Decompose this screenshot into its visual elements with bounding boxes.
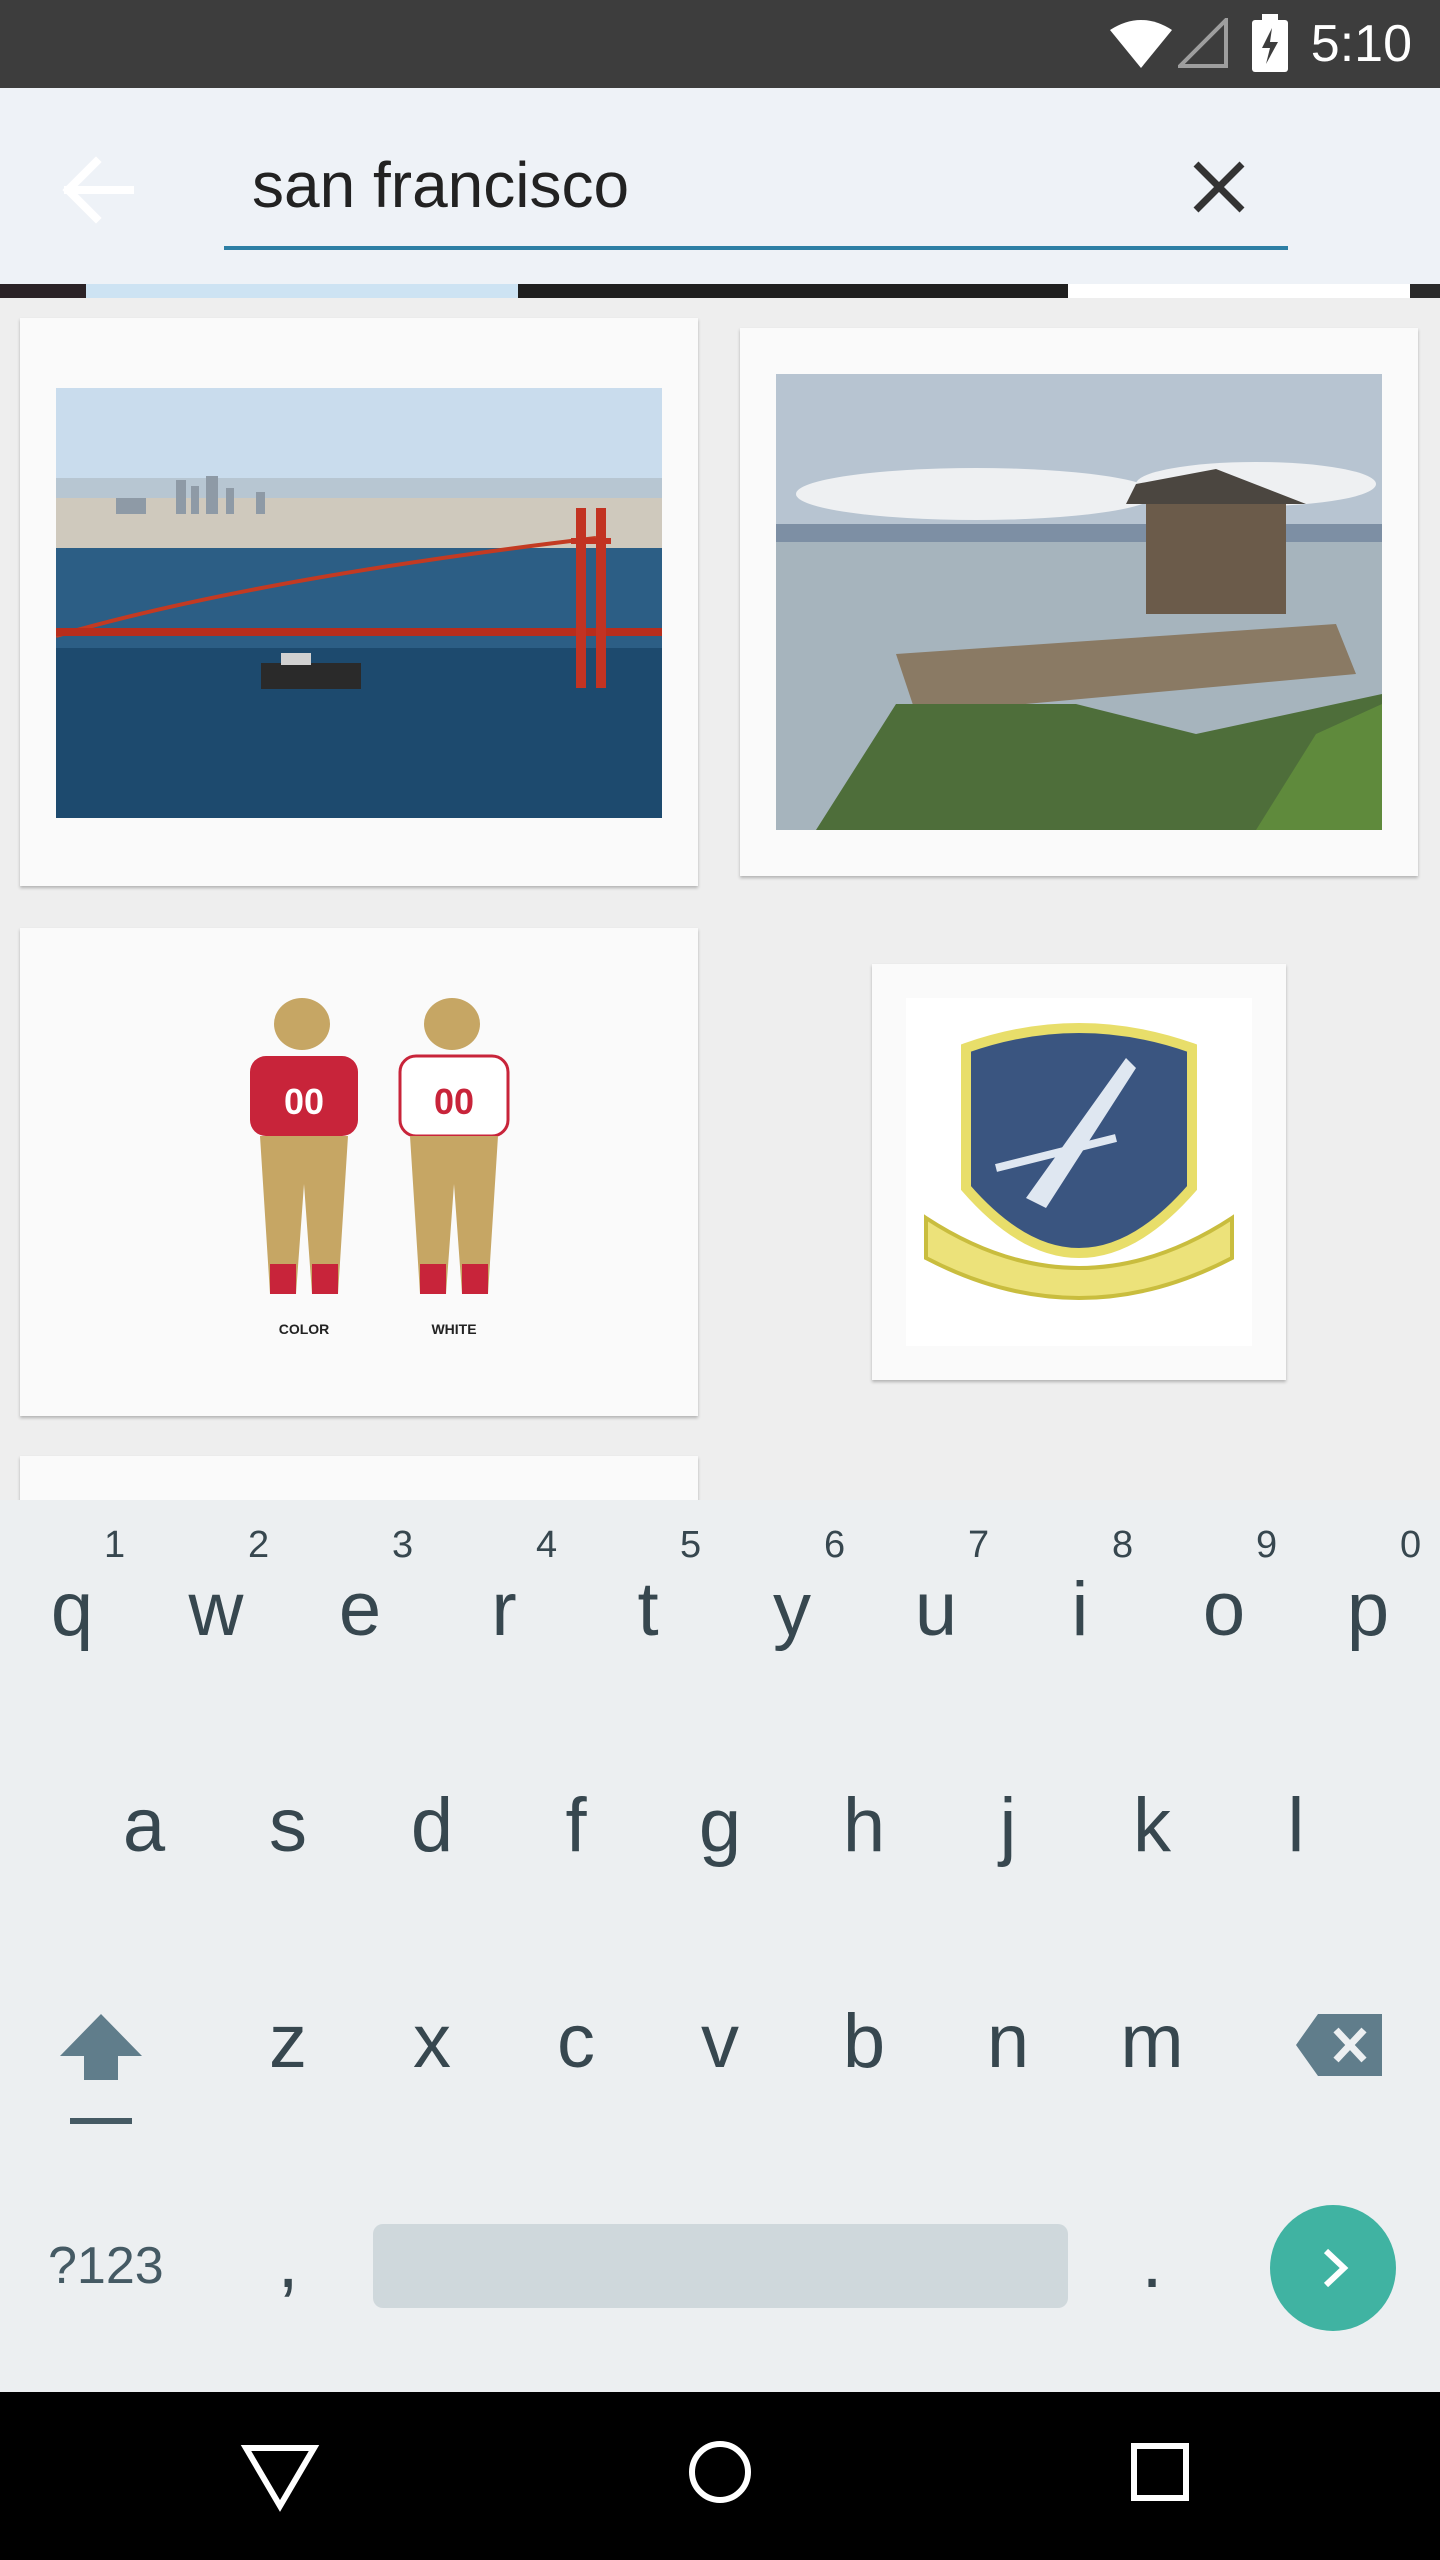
jersey-number-left: 00: [284, 1081, 324, 1122]
key-p[interactable]: p: [1296, 1566, 1440, 1653]
symbols-key[interactable]: ?123: [48, 2236, 164, 2296]
key-period[interactable]: .: [1080, 2218, 1224, 2305]
key-h[interactable]: h: [792, 1782, 936, 1869]
key-j[interactable]: j: [936, 1782, 1080, 1869]
key-v[interactable]: v: [648, 1998, 792, 2085]
triangle-back-icon[interactable]: [240, 2440, 320, 2512]
search-input[interactable]: san francisco: [252, 148, 629, 222]
backspace-icon[interactable]: [1296, 2014, 1382, 2076]
key-hint-1: 1: [104, 1524, 126, 1566]
key-hint-0: 0: [1400, 1524, 1422, 1566]
key-r[interactable]: r: [432, 1566, 576, 1653]
key-hint-8: 8: [1112, 1524, 1134, 1566]
close-icon[interactable]: [1184, 152, 1254, 222]
result-card-gazebo[interactable]: [740, 328, 1418, 876]
jersey-label-color: COLOR: [279, 1321, 330, 1337]
cell-signal-icon: [1178, 18, 1228, 68]
key-s[interactable]: s: [216, 1782, 360, 1869]
key-b[interactable]: b: [792, 1998, 936, 2085]
key-k[interactable]: k: [1080, 1782, 1224, 1869]
enter-button[interactable]: [1270, 2205, 1396, 2331]
wifi-icon: [1110, 20, 1172, 68]
key-hint-4: 4: [536, 1524, 558, 1566]
key-f[interactable]: f: [504, 1782, 648, 1869]
status-bar: 5:10: [0, 0, 1440, 88]
key-hint-9: 9: [1256, 1524, 1278, 1566]
key-hint-2: 2: [248, 1524, 270, 1566]
result-card-patch[interactable]: [872, 964, 1286, 1380]
shift-icon[interactable]: [56, 2010, 146, 2126]
status-time: 5:10: [1310, 15, 1412, 73]
key-z[interactable]: z: [216, 1998, 360, 2085]
patch-image-frame: [906, 998, 1252, 1346]
result-card-jerseys[interactable]: 00 COLOR 00 WHITE: [20, 928, 698, 1416]
key-n[interactable]: n: [936, 1998, 1080, 2085]
key-l[interactable]: l: [1224, 1782, 1368, 1869]
key-w[interactable]: w: [144, 1566, 288, 1653]
key-t[interactable]: t: [576, 1566, 720, 1653]
result-card-golden-gate[interactable]: [20, 318, 698, 886]
space-bar[interactable]: [373, 2224, 1068, 2308]
chevron-right-icon: [1323, 2248, 1349, 2288]
gazebo-photo: [776, 374, 1382, 830]
arrow-left-icon[interactable]: [60, 150, 140, 230]
key-hint-5: 5: [680, 1524, 702, 1566]
key-o[interactable]: o: [1152, 1566, 1296, 1653]
key-u[interactable]: u: [864, 1566, 1008, 1653]
key-q[interactable]: q: [0, 1566, 144, 1653]
key-d[interactable]: d: [360, 1782, 504, 1869]
key-x[interactable]: x: [360, 1998, 504, 2085]
key-g[interactable]: g: [648, 1782, 792, 1869]
key-comma[interactable]: ,: [216, 2218, 360, 2305]
patch-image: [924, 1023, 1234, 1300]
key-m[interactable]: m: [1080, 1998, 1224, 2085]
key-hint-3: 3: [392, 1524, 414, 1566]
key-y[interactable]: y: [720, 1566, 864, 1653]
search-input-underline: [224, 246, 1288, 250]
key-i[interactable]: i: [1008, 1566, 1152, 1653]
battery-icon: [1252, 14, 1288, 72]
circle-home-icon[interactable]: [686, 2438, 754, 2506]
jersey-label-white: WHITE: [431, 1321, 476, 1337]
key-c[interactable]: c: [504, 1998, 648, 2085]
golden-gate-photo: [56, 388, 662, 818]
key-hint-7: 7: [968, 1524, 990, 1566]
key-e[interactable]: e: [288, 1566, 432, 1653]
key-hint-6: 6: [824, 1524, 846, 1566]
key-a[interactable]: a: [72, 1782, 216, 1869]
square-recents-icon[interactable]: [1130, 2442, 1190, 2502]
jersey-illustration: 00 COLOR 00 WHITE: [250, 998, 510, 1337]
jersey-number-right: 00: [434, 1081, 474, 1122]
color-strip: [0, 284, 1440, 298]
navigation-bar: [0, 2392, 1440, 2560]
